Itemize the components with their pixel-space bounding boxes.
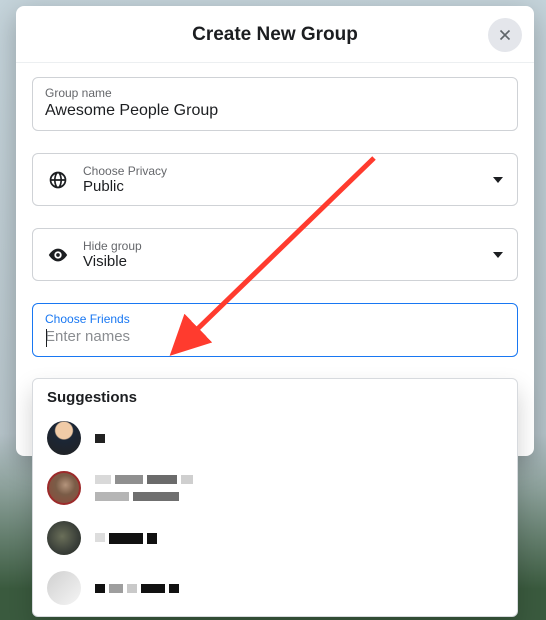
suggestion-item[interactable]: [47, 416, 503, 460]
avatar: [47, 471, 81, 505]
text-cursor: [46, 329, 47, 347]
suggestion-item[interactable]: [47, 516, 503, 560]
suggestions-title: Suggestions: [47, 389, 503, 406]
suggestion-item[interactable]: [47, 466, 503, 510]
redacted-name: [95, 434, 105, 443]
suggestions-panel: Suggestions: [32, 378, 518, 617]
redacted-name: [95, 475, 255, 501]
privacy-dropdown[interactable]: Choose Privacy Public: [32, 153, 518, 206]
group-name-label: Group name: [45, 86, 505, 100]
choose-friends-field[interactable]: Choose Friends: [32, 303, 518, 357]
hide-value: Visible: [83, 253, 493, 270]
avatar: [47, 571, 81, 605]
hide-group-dropdown[interactable]: Hide group Visible: [32, 228, 518, 281]
modal-header: Create New Group: [16, 6, 534, 63]
privacy-value: Public: [83, 178, 493, 195]
friends-label: Choose Friends: [45, 312, 505, 326]
avatar: [47, 421, 81, 455]
group-name-input[interactable]: [45, 102, 505, 120]
globe-icon: [47, 169, 69, 191]
chevron-down-icon: [493, 177, 503, 183]
eye-icon: [47, 244, 69, 266]
modal-title: Create New Group: [16, 24, 534, 46]
hide-label: Hide group: [83, 239, 493, 253]
redacted-name: [95, 533, 157, 544]
modal-body: Group name Choose Privacy Public Hide gr…: [16, 63, 534, 363]
privacy-label: Choose Privacy: [83, 164, 493, 178]
friends-input[interactable]: [45, 328, 505, 345]
group-name-field[interactable]: Group name: [32, 77, 518, 131]
chevron-down-icon: [493, 252, 503, 258]
avatar: [47, 521, 81, 555]
close-button[interactable]: [488, 18, 522, 52]
redacted-name: [95, 584, 179, 593]
close-icon: [496, 26, 514, 44]
bottom-strip: [92, 602, 192, 616]
